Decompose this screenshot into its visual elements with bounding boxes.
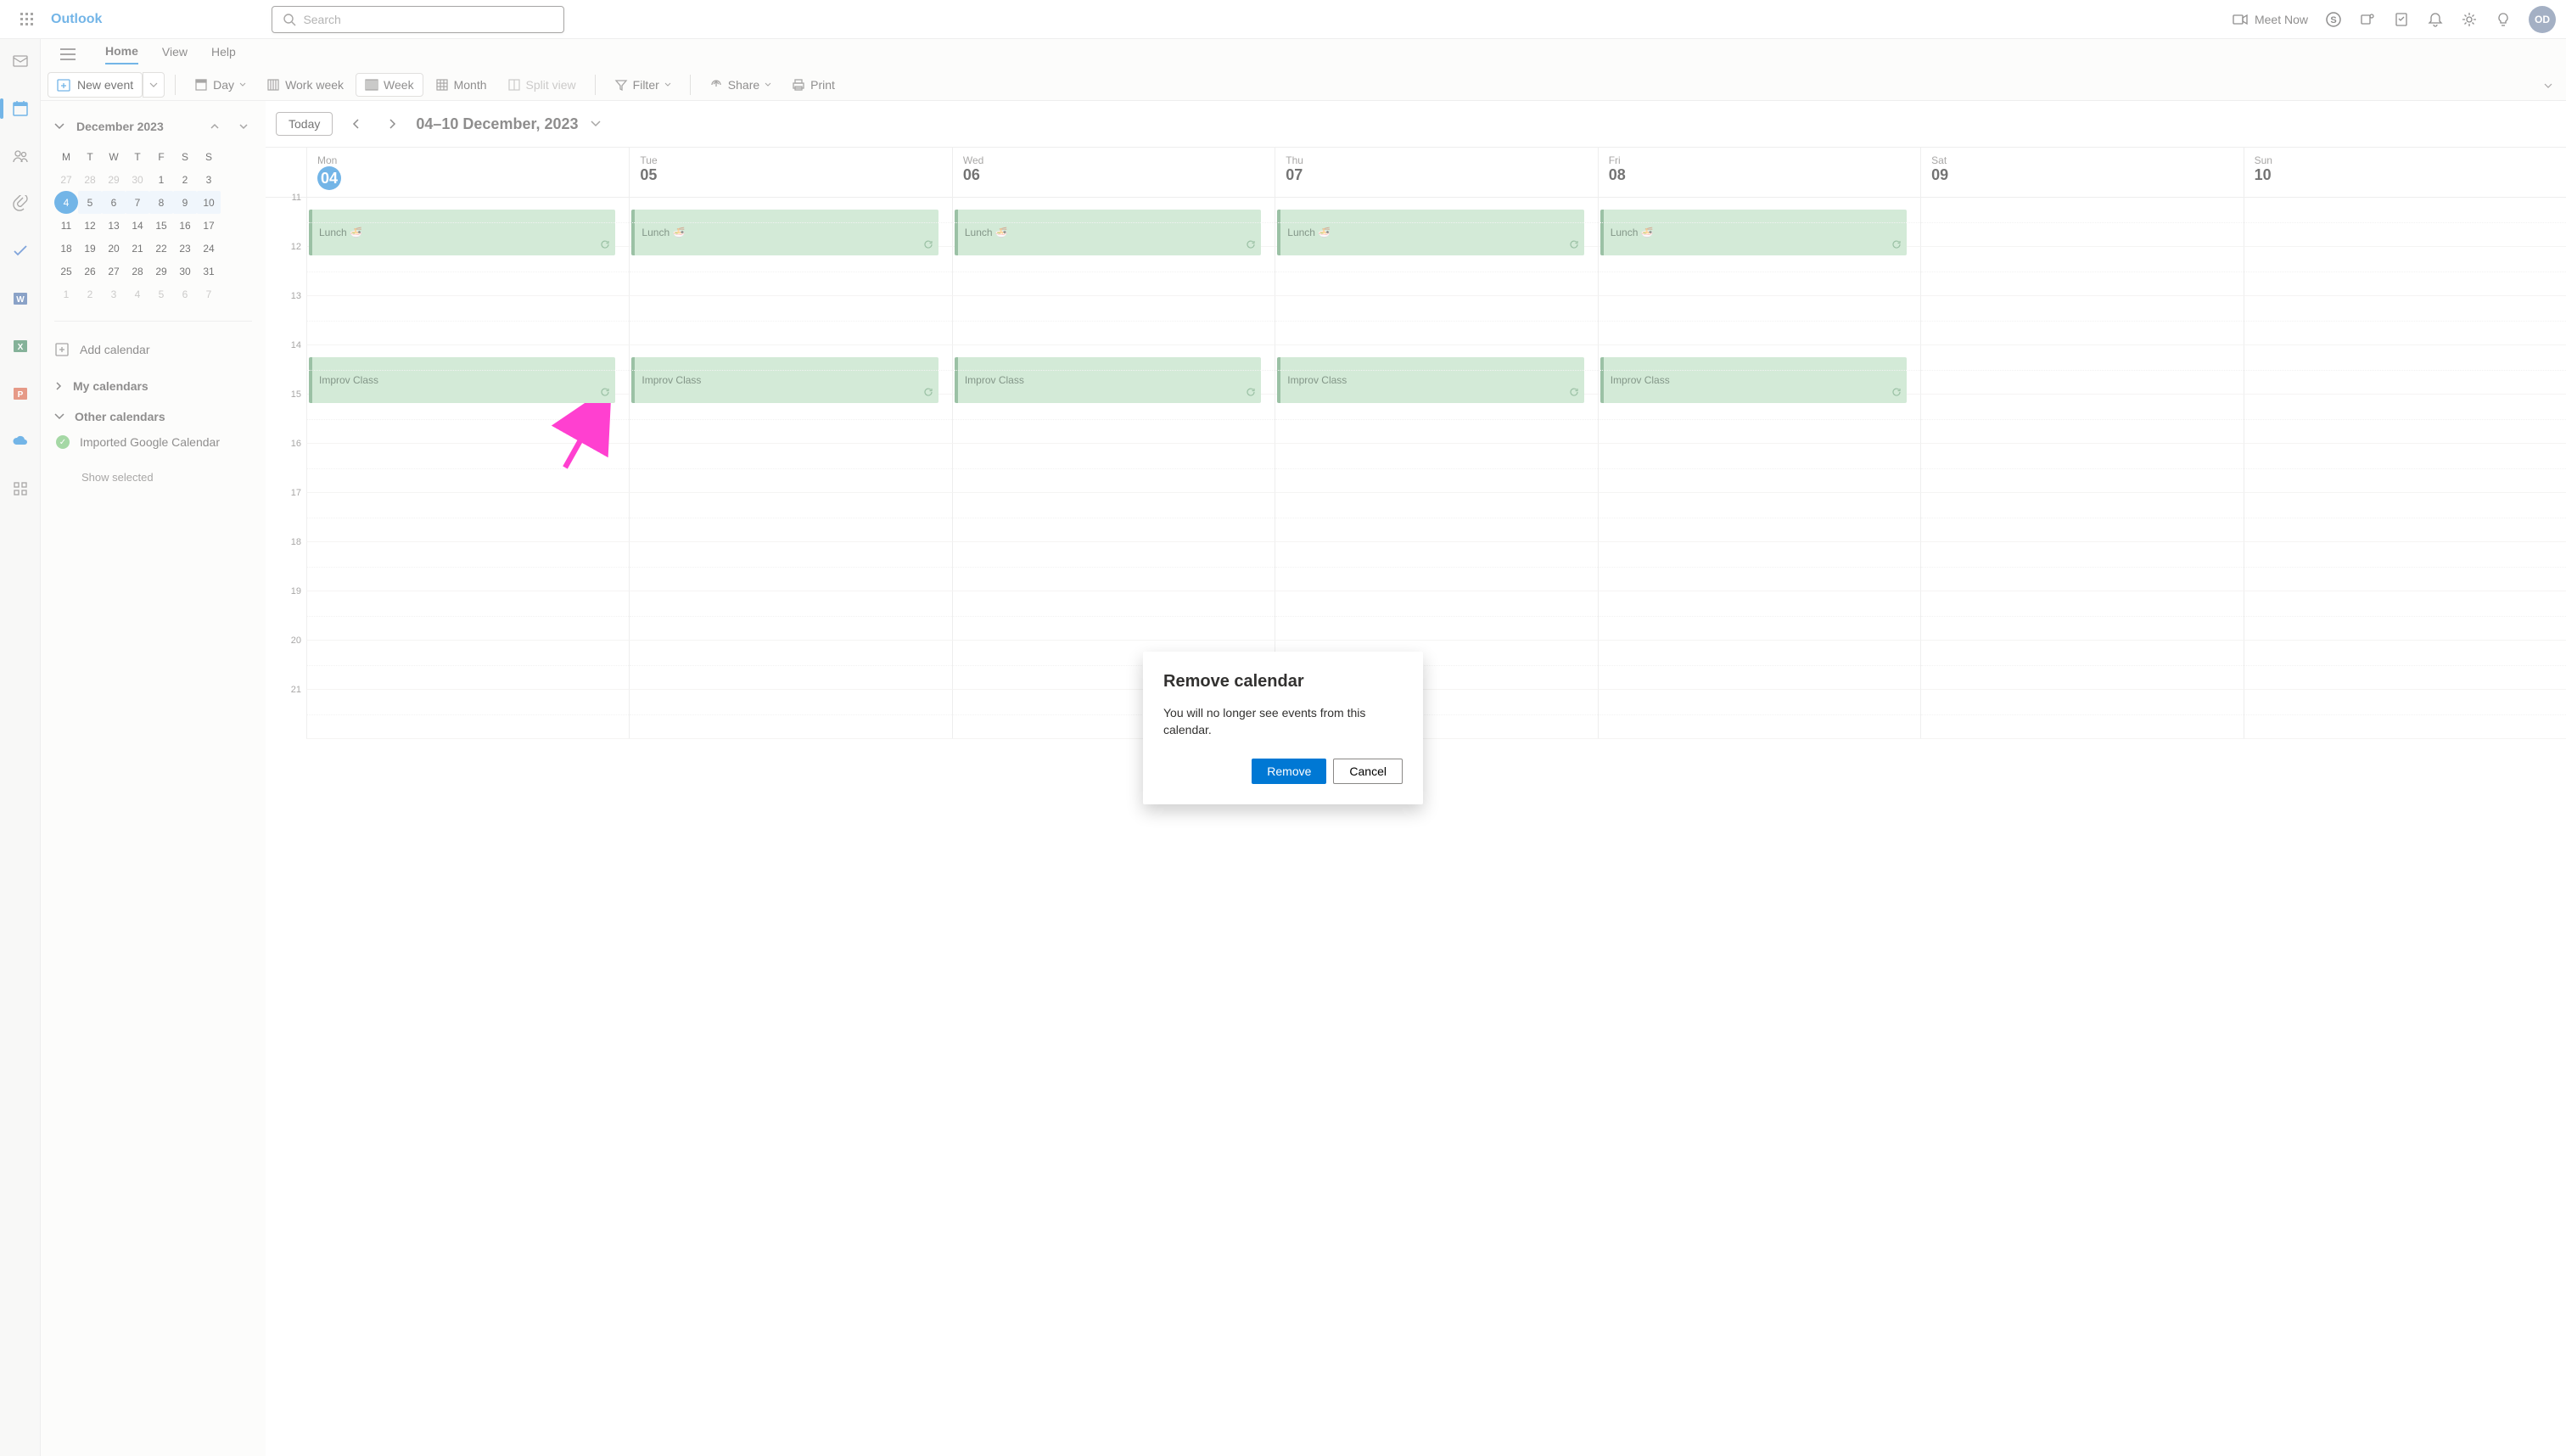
cancel-button[interactable]: Cancel bbox=[1333, 759, 1403, 784]
remove-calendar-dialog: Remove calendar You will no longer see e… bbox=[1143, 652, 1423, 804]
remove-button[interactable]: Remove bbox=[1252, 759, 1326, 784]
modal-buttons: Remove Cancel bbox=[1163, 759, 1403, 784]
modal-overlay: Remove calendar You will no longer see e… bbox=[0, 0, 2566, 1456]
modal-body: You will no longer see events from this … bbox=[1163, 705, 1403, 738]
modal-title: Remove calendar bbox=[1163, 672, 1403, 692]
